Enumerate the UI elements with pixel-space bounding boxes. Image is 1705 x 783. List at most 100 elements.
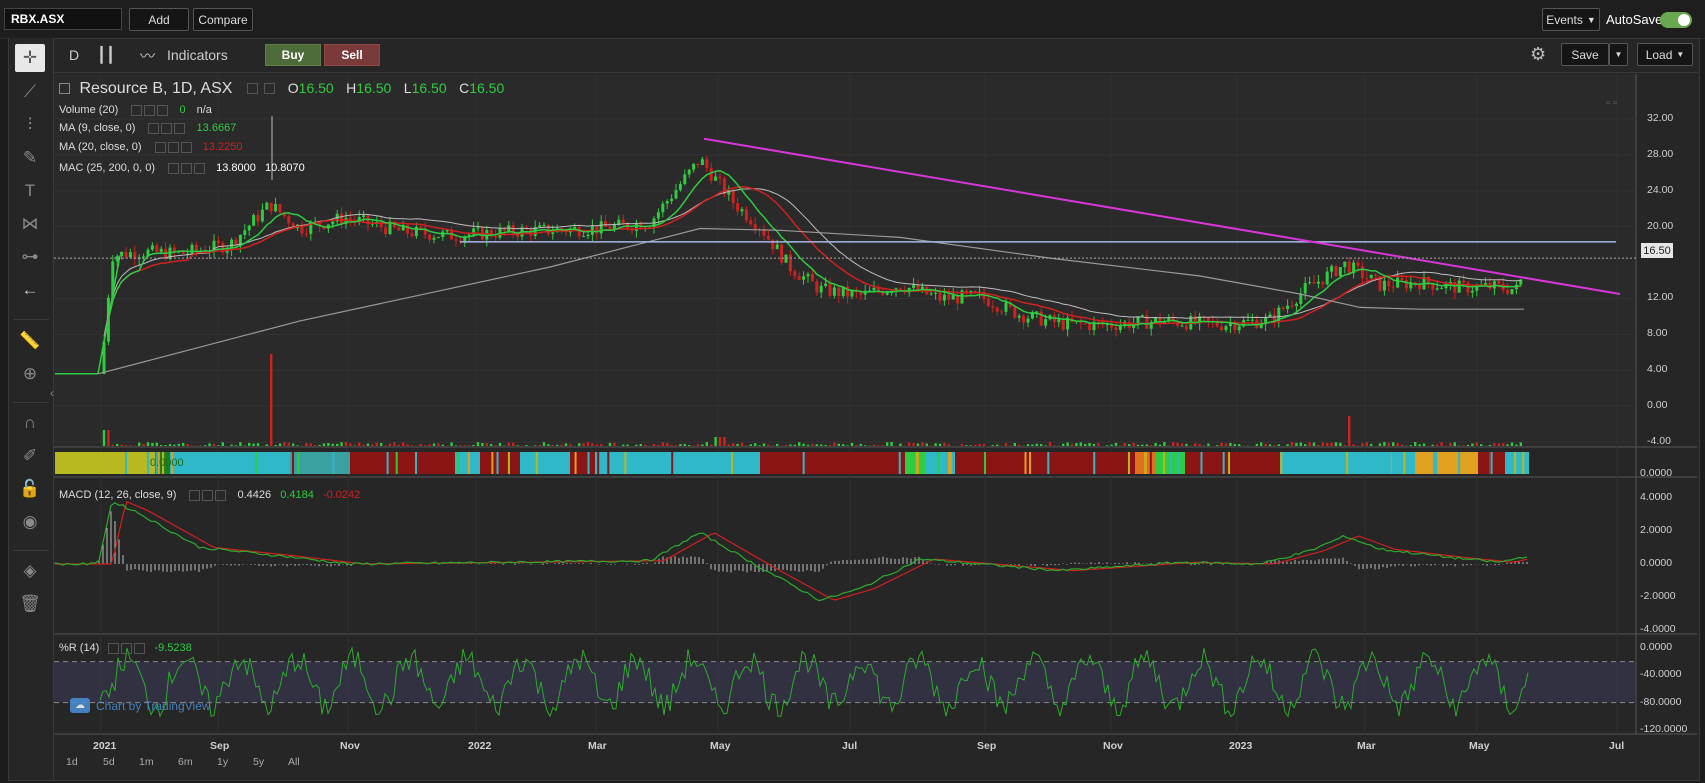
volume-bar: [366, 443, 370, 446]
candle-body: [740, 209, 744, 212]
volume-bar: [1123, 442, 1126, 446]
candle-body: [331, 221, 335, 225]
range-button-6m[interactable]: 6m: [178, 756, 193, 768]
time-axis-label: 2023: [1229, 740, 1253, 752]
volume-bar: [234, 445, 238, 446]
candle-body: [542, 224, 546, 226]
settings-icon[interactable]: [154, 141, 166, 153]
hide-icon[interactable]: [144, 104, 156, 116]
macd-line: [54, 502, 1528, 602]
volume-bar: [802, 443, 805, 446]
volume-bar: [780, 445, 783, 446]
volume-bar: [129, 445, 132, 446]
band-stripe: [1222, 452, 1225, 474]
range-button-all[interactable]: All: [288, 756, 300, 768]
attribution[interactable]: ☁ Chart by TradingView: [70, 698, 211, 713]
range-button-1d[interactable]: 1d: [66, 756, 78, 768]
band-stripe: [682, 452, 685, 474]
volume-bar: [1158, 444, 1162, 446]
volume-bar: [296, 445, 299, 446]
volume-bar: [1154, 442, 1157, 446]
volume-bar: [362, 444, 365, 446]
band-stripe: [948, 452, 951, 474]
hide-icon[interactable]: [167, 141, 179, 153]
candle-body: [991, 306, 995, 308]
volume-bar: [982, 444, 986, 446]
close-icon[interactable]: [180, 141, 192, 153]
collapse-panel-icon[interactable]: ‹: [50, 386, 54, 400]
legend-collapse-icon[interactable]: [59, 83, 70, 95]
close-icon[interactable]: [194, 162, 206, 174]
close-icon[interactable]: [174, 122, 186, 134]
candle-body: [1396, 277, 1400, 288]
settings-icon[interactable]: [168, 162, 180, 174]
close-icon[interactable]: [134, 642, 146, 654]
volume-bar: [322, 443, 326, 446]
candle-body: [1330, 266, 1334, 272]
band-stripe: [1200, 452, 1203, 474]
volume-bar: [287, 442, 290, 446]
volume-bar: [969, 445, 972, 446]
volume-bar: [256, 443, 260, 446]
price-axis-label: 28.00: [1647, 147, 1674, 160]
volume-bar: [318, 444, 321, 446]
range-button-5y[interactable]: 5y: [253, 756, 264, 768]
band-stripe: [916, 452, 919, 474]
scale-mode-icon[interactable]: ▫ ▫: [1606, 97, 1617, 109]
band-stripe: [1403, 452, 1406, 474]
volume-bar: [155, 442, 158, 446]
hide-icon[interactable]: [202, 489, 214, 501]
candle-body: [1294, 303, 1298, 306]
candle-body: [621, 219, 625, 223]
range-button-1y[interactable]: 1y: [217, 756, 228, 768]
range-button-1m[interactable]: 1m: [139, 756, 154, 768]
hide-icon[interactable]: [121, 642, 133, 654]
mac-value-2: 10.8070: [264, 162, 305, 174]
time-axis-label: May: [710, 740, 731, 752]
hide-icon[interactable]: [161, 122, 173, 134]
volume-bar: [111, 444, 114, 446]
volume-bar: [1141, 444, 1144, 446]
close-icon[interactable]: [215, 489, 227, 501]
mac-value-1: 13.8000: [216, 162, 256, 174]
settings-icon[interactable]: [108, 642, 120, 654]
candle-body: [1220, 326, 1224, 331]
volume-bar: [1330, 442, 1333, 446]
band-segment: [1505, 452, 1529, 474]
hide-icon[interactable]: [181, 162, 193, 174]
volume-bar: [886, 442, 889, 446]
band-stripe: [1332, 452, 1335, 474]
band-stripe: [1029, 452, 1032, 474]
volume-bar: [160, 445, 163, 446]
settings-icon[interactable]: [131, 104, 143, 116]
settings-icon[interactable]: [148, 122, 160, 134]
candle-body: [252, 215, 256, 226]
settings-icon[interactable]: [246, 83, 258, 95]
candle-body: [828, 283, 832, 296]
price-axis-label: 0.00: [1647, 399, 1668, 412]
price-chart[interactable]: [0, 0, 1705, 783]
range-button-5d[interactable]: 5d: [103, 756, 115, 768]
ma20-value: 13.2250: [202, 141, 243, 153]
volume-bar: [1348, 416, 1351, 446]
band-stripe: [535, 452, 538, 474]
volume-bar: [283, 442, 286, 446]
candle-body: [1000, 311, 1004, 313]
volume-bar: [1066, 442, 1069, 446]
candle-body: [1022, 315, 1026, 323]
volume-bar: [1387, 442, 1390, 446]
hide-icon[interactable]: [264, 83, 276, 95]
band-stripe: [1144, 452, 1147, 474]
candle-body: [476, 227, 480, 229]
volume-bar: [745, 445, 748, 446]
band-stripe: [386, 452, 389, 474]
volume-bar: [578, 443, 581, 446]
candle-body: [1343, 261, 1347, 268]
candle-body: [766, 235, 770, 240]
volume-bar: [1224, 443, 1228, 446]
volume-bar: [534, 445, 537, 446]
close-icon[interactable]: [157, 104, 169, 116]
macd-axis-label: -2.0000: [1640, 590, 1676, 602]
settings-icon[interactable]: [189, 489, 201, 501]
candle-body: [1237, 326, 1241, 331]
